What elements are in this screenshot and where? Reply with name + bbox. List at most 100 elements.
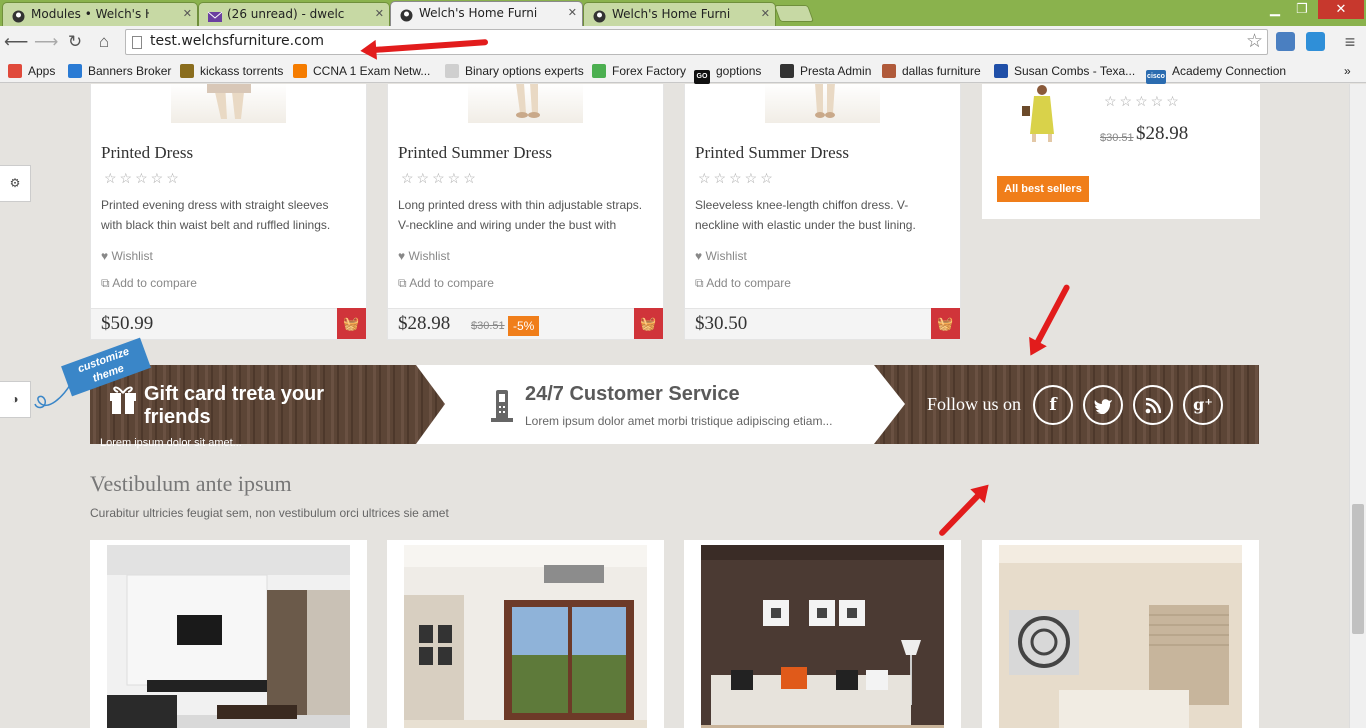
close-icon[interactable]: ✕ (761, 3, 770, 25)
bookmark-item[interactable]: Presta Admin (780, 61, 871, 81)
bookmark-label: Banners Broker (88, 64, 172, 78)
bookmark-item[interactable]: Banners Broker (68, 61, 171, 81)
bookmark-label: Forex Factory (612, 64, 687, 78)
room-image[interactable] (701, 545, 944, 728)
product-name[interactable]: Printed Dress (101, 143, 193, 163)
wishlist-label: Wishlist (111, 249, 153, 263)
apps-icon (8, 64, 22, 78)
facebook-icon[interactable]: f (1033, 385, 1073, 425)
bookmark-icon (293, 64, 307, 78)
compare-link[interactable]: ⧉ Add to compare (101, 276, 197, 291)
gallery-tile[interactable] (684, 540, 961, 728)
back-icon[interactable]: ⟵ (4, 30, 28, 54)
heart-icon: ♥ (695, 249, 706, 263)
wishlist-link[interactable]: ♥ Wishlist (695, 249, 747, 263)
all-best-sellers-button[interactable]: All best sellers (997, 176, 1089, 202)
tab-welchs[interactable]: Welch's Home Furnishing ✕ (583, 2, 776, 26)
forward-icon[interactable]: ⟶ (34, 30, 58, 54)
compare-link[interactable]: ⧉ Add to compare (398, 276, 494, 291)
gift-card-title[interactable]: Gift card treta your friends (144, 383, 374, 429)
compare-link[interactable]: ⧉ Add to compare (695, 276, 791, 291)
bestseller-image[interactable] (1012, 84, 1072, 144)
scrollbar[interactable] (1349, 84, 1366, 728)
twitter-icon[interactable] (1083, 385, 1123, 425)
room-image[interactable] (404, 545, 647, 728)
bookmark-item[interactable]: cisco Academy Connection (1146, 61, 1286, 84)
rating-stars: ☆☆☆☆☆ (1104, 93, 1182, 109)
section-title: Vestibulum ante ipsum (90, 471, 292, 496)
tab-gmail[interactable]: (26 unread) - dwelch022 - ✕ (198, 2, 390, 26)
bookmark-item[interactable]: dallas furniture (882, 61, 981, 81)
follow-us-label: Follow us on (927, 394, 1022, 414)
mail-icon (207, 8, 223, 22)
close-icon[interactable]: ✕ (375, 3, 384, 25)
product-name[interactable]: Printed Summer Dress (398, 143, 552, 163)
url-text[interactable]: test.welchsfurniture.com (150, 33, 324, 49)
bookmark-item[interactable]: Susan Combs - Texa... (994, 61, 1135, 81)
gallery-tile[interactable] (982, 540, 1259, 728)
basket-icon: 🧺 (343, 316, 360, 331)
bookmark-label: Presta Admin (800, 64, 872, 78)
product-image[interactable] (468, 84, 583, 123)
google-plus-icon[interactable]: g⁺ (1183, 385, 1223, 425)
product-image[interactable] (171, 84, 286, 123)
new-tab-button[interactable] (773, 5, 815, 22)
bookmarks-overflow-icon[interactable]: » (1344, 61, 1351, 81)
room-image[interactable] (107, 545, 350, 728)
price-bar: $50.99 🧺 (91, 308, 366, 339)
bookmark-item[interactable]: kickass torrents (180, 61, 283, 81)
product-card[interactable]: Printed Summer Dress ☆☆☆☆☆ Sleeveless kn… (684, 84, 961, 340)
gallery-tile[interactable] (90, 540, 367, 728)
address-bar[interactable]: test.welchsfurniture.com ☆ (125, 29, 1268, 55)
menu-icon[interactable]: ≡ (1338, 30, 1362, 54)
bookmark-item[interactable]: Apps (8, 61, 55, 81)
wishlist-link[interactable]: ♥ Wishlist (398, 249, 450, 263)
bookmark-star-icon[interactable]: ☆ (1246, 30, 1263, 54)
bookmark-item[interactable]: Binary options experts (445, 61, 584, 81)
price: $50.99 (101, 313, 154, 334)
theme-widget[interactable]: ◑ (0, 381, 31, 418)
cart-button[interactable]: 🧺 (337, 308, 366, 339)
browser-toolbar: ⟵ ⟶ ↻ ⌂ test.welchsfurniture.com ☆ ≡ (0, 26, 1366, 59)
reload-icon[interactable]: ↻ (63, 30, 87, 54)
bookmark-label: kickass torrents (200, 64, 284, 78)
product-name[interactable]: Printed Summer Dress (695, 143, 849, 163)
extension-icon[interactable] (1306, 32, 1325, 51)
extension-icon[interactable] (1276, 32, 1295, 51)
basket-icon: 🧺 (640, 316, 657, 331)
tab-modules[interactable]: Modules • Welch's Home ✕ (2, 2, 198, 26)
scrollbar-thumb[interactable] (1352, 504, 1364, 634)
close-icon[interactable]: ✕ (568, 2, 577, 24)
bookmark-item[interactable]: CCNA 1 Exam Netw... (293, 61, 430, 81)
product-description: Long printed dress with thin adjustable … (398, 198, 643, 232)
close-window-icon[interactable]: ✕ (1318, 0, 1364, 19)
product-card[interactable]: Printed Dress ☆☆☆☆☆ Printed evening dres… (90, 84, 367, 340)
wishlist-link[interactable]: ♥ Wishlist (101, 249, 153, 263)
room-image[interactable] (999, 545, 1242, 728)
price: $28.98 (1136, 123, 1189, 144)
gallery-tile[interactable] (387, 540, 664, 728)
tab-title: Modules • Welch's Home (31, 7, 149, 21)
cart-button[interactable]: 🧺 (931, 308, 960, 339)
settings-widget[interactable]: ⚙ (0, 165, 31, 202)
wishlist-label: Wishlist (705, 249, 747, 263)
restore-icon[interactable]: ❐ (1288, 0, 1316, 20)
bookmark-label: CCNA 1 Exam Netw... (313, 64, 431, 78)
close-icon[interactable]: ✕ (183, 3, 192, 25)
rss-icon[interactable] (1133, 385, 1173, 425)
page-icon (132, 36, 142, 49)
heart-icon: ♥ (398, 249, 409, 263)
bookmark-item[interactable]: GO goptions (694, 61, 761, 84)
product-card[interactable]: Printed Summer Dress ☆☆☆☆☆ Long printed … (387, 84, 664, 340)
tab-welchs-active[interactable]: Welch's Home Furnishing ✕ (390, 1, 583, 26)
compare-label: Add to compare (706, 276, 791, 290)
home-icon[interactable]: ⌂ (92, 30, 116, 54)
bookmark-item[interactable]: Forex Factory (592, 61, 686, 81)
compare-icon: ⧉ (398, 276, 410, 290)
bookmark-icon (994, 64, 1008, 78)
product-image[interactable] (765, 84, 880, 123)
page-content: Printed Dress ☆☆☆☆☆ Printed evening dres… (0, 84, 1366, 728)
minimize-icon[interactable]: ▁ (1262, 0, 1288, 20)
old-price: $30.51 (471, 320, 505, 332)
cart-button[interactable]: 🧺 (634, 308, 663, 339)
